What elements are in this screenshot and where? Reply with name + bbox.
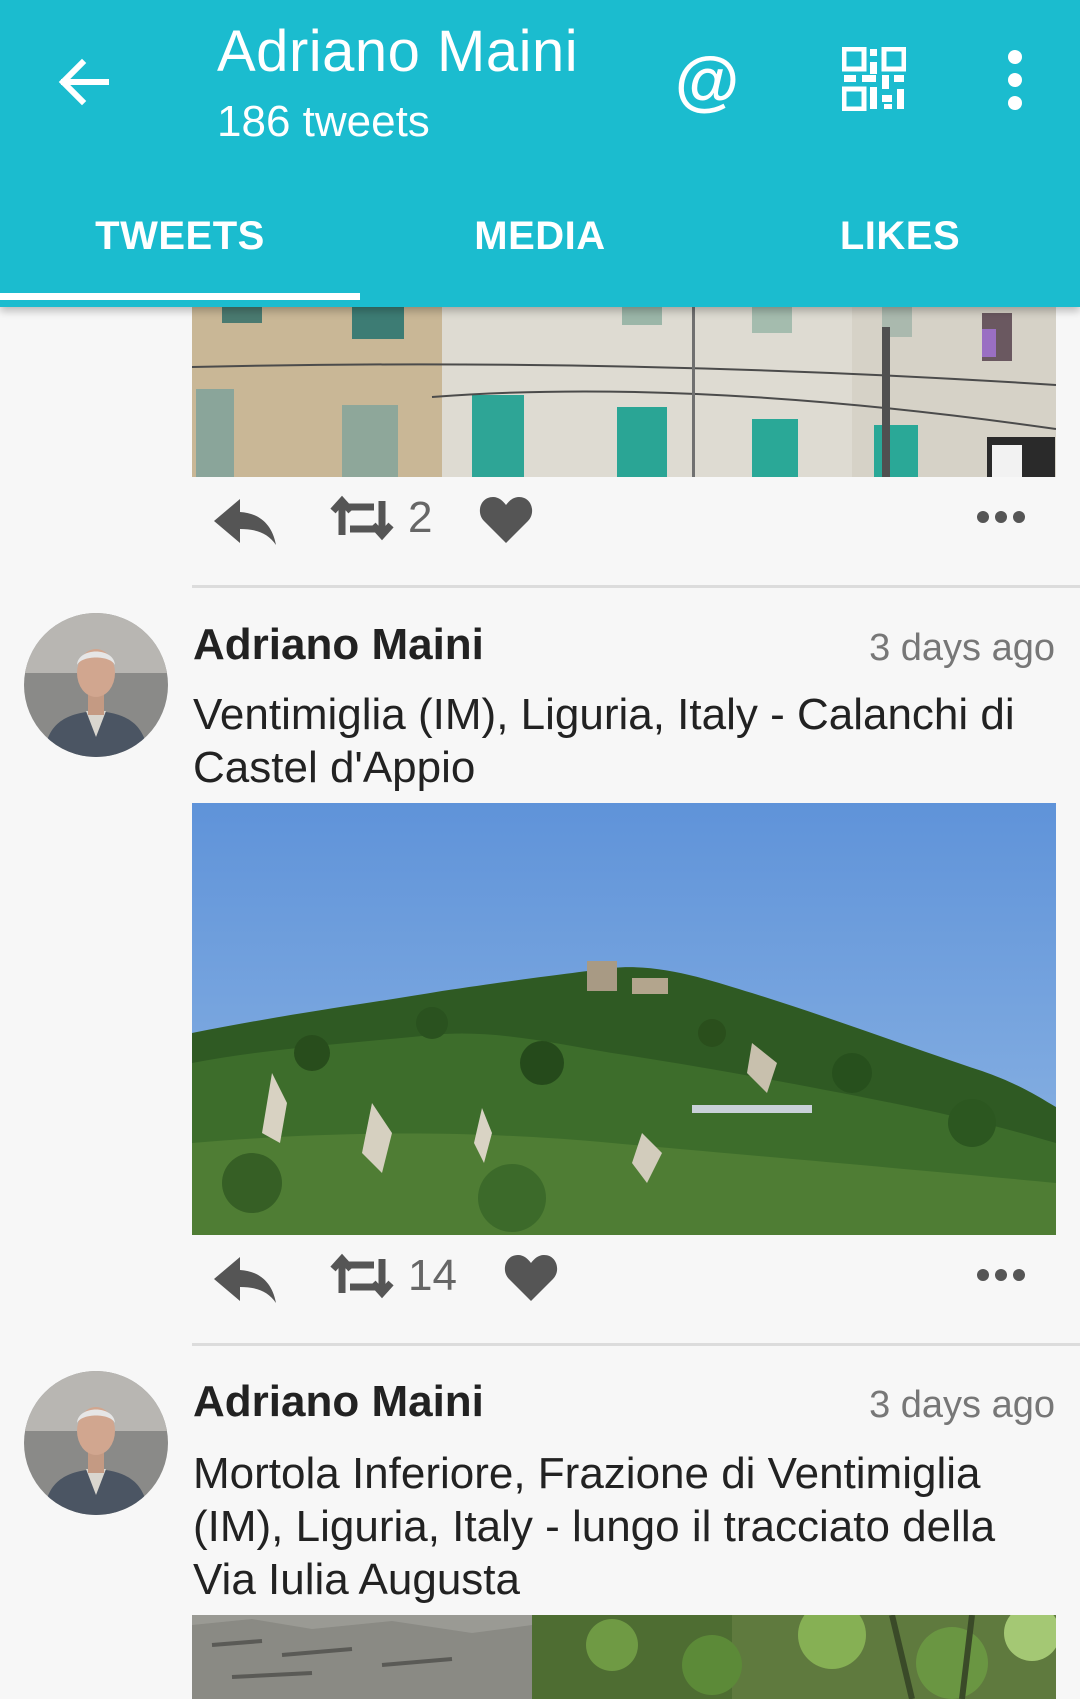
tweet-image-hill[interactable]: [192, 803, 1056, 1235]
reply-icon: [214, 499, 276, 545]
at-icon: @: [675, 43, 739, 117]
tweet-divider: [192, 1343, 1080, 1346]
heart-icon: [479, 497, 533, 543]
retweet-button[interactable]: 14: [330, 1249, 457, 1303]
tab-media[interactable]: MEDIA: [360, 200, 720, 307]
arrow-left-icon: [58, 58, 109, 106]
tweet-text: Mortola Inferiore, Frazione di Ventimigl…: [193, 1449, 996, 1604]
retweet-icon: [330, 495, 394, 541]
tweet-timestamp: 3 days ago: [869, 1384, 1055, 1426]
qr-code-button[interactable]: [841, 46, 907, 112]
tab-indicator: [0, 293, 360, 300]
tweet-image-wall[interactable]: [192, 1615, 1056, 1699]
tweet-image-building[interactable]: [192, 307, 1056, 477]
svg-text:@: @: [675, 45, 739, 117]
tweet-more-button[interactable]: [976, 509, 1026, 525]
like-button[interactable]: [478, 493, 534, 545]
retweet-button[interactable]: 2: [330, 491, 432, 545]
overflow-menu-button[interactable]: [995, 45, 1035, 115]
tweet-author[interactable]: Adriano Maini: [193, 620, 484, 670]
tweet-author[interactable]: Adriano Maini: [193, 1377, 484, 1427]
tweet-actions: 14: [192, 1235, 1056, 1325]
retweet-icon: [330, 1253, 394, 1299]
app-bar: Adriano Maini 186 tweets @ TWEETS MEDIA …: [0, 0, 1080, 307]
tab-tweets[interactable]: TWEETS: [0, 200, 360, 307]
tweet-actions: 2: [192, 477, 1056, 567]
retweet-count: 2: [408, 493, 433, 542]
more-horiz-icon: [977, 511, 1025, 523]
tweet-text: Ventimiglia (IM), Liguria, Italy - Calan…: [193, 690, 1015, 792]
qr-code-icon: [841, 46, 907, 112]
tab-bar: TWEETS MEDIA LIKES: [0, 200, 1080, 307]
title-block: Adriano Maini 186 tweets: [217, 18, 578, 150]
more-horiz-icon: [977, 1269, 1025, 1281]
reply-icon: [214, 1257, 276, 1303]
back-button[interactable]: [52, 50, 116, 114]
reply-button[interactable]: [212, 1253, 278, 1307]
tweet-count: 186 tweets: [217, 97, 430, 146]
heart-icon: [504, 1255, 558, 1301]
more-vert-icon: [1008, 50, 1022, 110]
tweet-divider: [192, 585, 1080, 588]
like-button[interactable]: [503, 1251, 559, 1303]
mentions-button[interactable]: @: [670, 43, 744, 119]
retweet-count: 14: [408, 1251, 457, 1300]
tweet-feed[interactable]: 2 Adriano Maini 3 days ago Ventimiglia (…: [0, 307, 1080, 1699]
tweet-timestamp: 3 days ago: [869, 627, 1055, 669]
page-title: Adriano Maini: [217, 19, 579, 84]
tweet-more-button[interactable]: [976, 1267, 1026, 1283]
reply-button[interactable]: [212, 495, 278, 549]
tab-likes[interactable]: LIKES: [720, 200, 1080, 307]
avatar[interactable]: [24, 613, 168, 757]
avatar[interactable]: [24, 1371, 168, 1515]
